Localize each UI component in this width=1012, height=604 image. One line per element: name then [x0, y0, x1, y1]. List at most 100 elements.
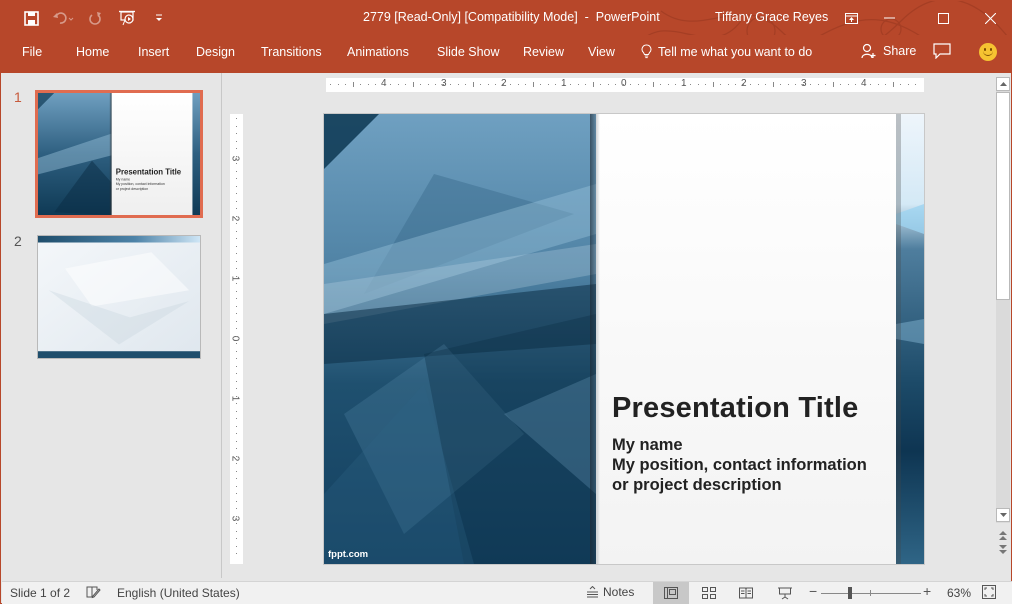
ruler-tick	[757, 84, 759, 85]
ruler-tick	[236, 350, 237, 352]
comments-icon[interactable]	[933, 43, 951, 62]
tab-design[interactable]: Design	[196, 45, 235, 59]
ruler-tick	[900, 84, 901, 85]
zoom-in-button[interactable]: +	[923, 583, 931, 599]
ruler-tick	[236, 538, 237, 539]
ruler-tick	[667, 84, 669, 85]
feedback-smiley-icon[interactable]	[979, 43, 997, 61]
user-name[interactable]: Tiffany Grace Reyes	[715, 10, 828, 24]
ruler-tick	[727, 84, 729, 85]
save-icon[interactable]	[19, 7, 43, 29]
maximize-icon[interactable]	[928, 7, 958, 29]
ruler-tick	[236, 448, 237, 449]
ruler-tick	[840, 84, 841, 85]
ruler-tick	[236, 523, 237, 524]
customize-qat-icon[interactable]	[147, 7, 171, 29]
slide-sorter-view-button[interactable]	[691, 582, 727, 604]
notes-button[interactable]: Notes	[587, 585, 634, 599]
undo-icon[interactable]	[51, 7, 75, 29]
previous-slide-icon[interactable]	[996, 529, 1010, 541]
subtitle-line: My name	[612, 436, 683, 454]
ruler-tick	[236, 208, 237, 209]
ruler-tick	[236, 328, 237, 329]
slide-subtitle[interactable]: My name My position, contact information…	[612, 435, 867, 495]
tab-file[interactable]: File	[22, 45, 42, 59]
zoom-slider-track[interactable]	[821, 593, 921, 594]
scroll-down-button[interactable]	[996, 508, 1010, 522]
ruler-tick	[607, 84, 609, 85]
ruler-tick	[480, 84, 481, 85]
slide-thumbnail-2[interactable]	[37, 235, 201, 359]
ruler-tick	[236, 148, 237, 149]
tab-slide-show[interactable]: Slide Show	[437, 45, 500, 59]
tab-review[interactable]: Review	[523, 45, 564, 59]
ruler-tick	[236, 305, 237, 307]
ruler-tick	[660, 84, 661, 85]
vertical-scrollbar[interactable]	[996, 77, 1010, 523]
tab-home[interactable]: Home	[76, 45, 109, 59]
ruler-tick	[236, 470, 237, 472]
ruler-tick	[682, 84, 684, 85]
ruler-label: 1	[229, 275, 241, 282]
share-button[interactable]: Share	[861, 43, 916, 59]
spell-check-icon[interactable]	[86, 585, 101, 602]
tell-me-box[interactable]: Tell me what you want to do	[641, 44, 812, 59]
svg-text:My name: My name	[116, 177, 130, 181]
tab-view[interactable]: View	[588, 45, 615, 59]
tab-insert[interactable]: Insert	[138, 45, 169, 59]
ruler-tick	[375, 84, 376, 85]
next-slide-icon[interactable]	[996, 543, 1010, 555]
slideshow-view-button[interactable]	[767, 582, 803, 604]
reading-view-button[interactable]	[728, 582, 764, 604]
ribbon-display-options-icon[interactable]	[836, 7, 866, 29]
ruler-tick	[832, 82, 834, 87]
ruler-tick	[742, 84, 744, 85]
zoom-slider-center-mark	[870, 590, 871, 596]
ruler-tick	[236, 230, 237, 232]
close-icon[interactable]	[975, 7, 1005, 29]
ruler-tick	[517, 84, 519, 85]
ruler-tick	[236, 478, 237, 479]
zoom-slider-handle[interactable]	[848, 587, 852, 599]
ruler-tick	[337, 84, 339, 85]
slide-panel-shadow	[590, 114, 600, 564]
ruler-tick	[465, 84, 466, 85]
ribbon-tabs: File Home Insert Design Transitions Anim…	[1, 35, 1012, 73]
tab-transitions[interactable]: Transitions	[261, 45, 322, 59]
ruler-tick	[652, 82, 654, 87]
scrollbar-thumb[interactable]	[996, 92, 1010, 300]
ruler-tick	[735, 84, 736, 85]
ruler-label: 3	[229, 155, 241, 162]
ruler-tick	[907, 84, 909, 85]
ruler-tick	[236, 253, 237, 254]
slide-thumbnail-1[interactable]: Presentation Title My name My position, …	[35, 90, 203, 218]
thumbnail-number: 1	[14, 89, 22, 105]
ruler-tick	[502, 84, 504, 85]
slide-title[interactable]: Presentation Title	[612, 392, 858, 425]
ruler-tick	[705, 84, 706, 85]
notes-label: Notes	[603, 585, 635, 599]
start-from-beginning-icon[interactable]	[115, 7, 139, 29]
slide-background-image: fppt.com	[324, 114, 596, 564]
normal-view-button[interactable]	[653, 582, 689, 604]
ruler-tick	[412, 82, 414, 87]
ruler-tick	[577, 84, 579, 85]
language-indicator[interactable]: English (United States)	[117, 586, 240, 600]
zoom-out-button[interactable]: −	[809, 583, 817, 599]
ruler-tick	[675, 84, 676, 85]
ruler-tick	[472, 82, 474, 87]
redo-icon[interactable]	[83, 7, 107, 29]
slide-canvas[interactable]: fppt.com Presentation Title My name My p…	[324, 114, 924, 564]
slide-indicator[interactable]: Slide 1 of 2	[10, 586, 70, 600]
tab-animations[interactable]: Animations	[347, 45, 409, 59]
ruler-tick	[236, 388, 237, 389]
thumbnail-number: 2	[14, 233, 22, 249]
minimize-icon[interactable]	[874, 7, 904, 29]
scroll-up-button[interactable]	[996, 77, 1010, 91]
ruler-tick	[352, 82, 354, 87]
ruler-tick	[360, 84, 361, 85]
fit-slide-to-window-icon[interactable]	[982, 585, 996, 602]
ruler-tick	[780, 84, 781, 85]
ruler-tick	[236, 245, 237, 247]
zoom-percent[interactable]: 63%	[947, 586, 971, 600]
